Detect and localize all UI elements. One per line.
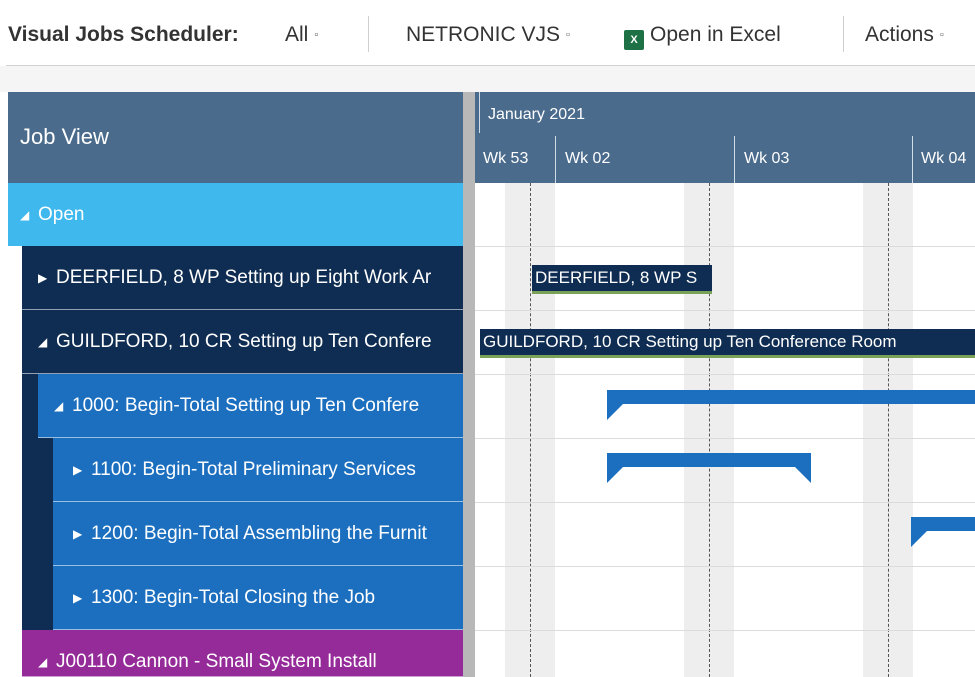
job-view-panel: Job View ◢ Open ▶ DEERFIELD, 8 WP Setting … bbox=[8, 92, 463, 677]
task-row-1200[interactable]: ▶ 1200: Begin-Total Assembling the Furnit bbox=[53, 502, 463, 566]
group-open[interactable]: ◢ Open bbox=[8, 183, 463, 246]
summary-bar-start bbox=[911, 531, 927, 547]
expanded-triangle-icon[interactable]: ◢ bbox=[38, 310, 56, 373]
task-row-1300[interactable]: ▶ 1300: Begin-Total Closing the Job bbox=[53, 566, 463, 630]
task-row-1100[interactable]: ▶ 1100: Begin-Total Preliminary Services bbox=[53, 438, 463, 502]
summary-bar-start bbox=[607, 404, 623, 420]
row-gridline bbox=[475, 630, 975, 631]
job-view-title: Job View bbox=[20, 124, 109, 149]
week-label: Wk 03 bbox=[744, 150, 790, 167]
row-gridline bbox=[475, 374, 975, 375]
day-marker-line bbox=[530, 183, 531, 677]
task-row-label: 1000: Begin-Total Setting up Ten Confere bbox=[72, 395, 420, 416]
job-bar-guildford[interactable]: GUILDFORD, 10 CR Setting up Ten Conferen… bbox=[480, 329, 975, 358]
job-row-label: DEERFIELD, 8 WP Setting up Eight Work Ar bbox=[56, 267, 432, 288]
collapsed-triangle-icon[interactable]: ▶ bbox=[73, 502, 91, 565]
panel-splitter[interactable] bbox=[463, 92, 475, 677]
toolbar-divider bbox=[843, 16, 844, 52]
timeline-divider bbox=[912, 136, 913, 183]
toolbar: Visual Jobs Scheduler: All ▫ NETRONIC VJS… bbox=[0, 0, 975, 66]
row-gridline bbox=[475, 566, 975, 567]
task-row-label: 1300: Begin-Total Closing the Job bbox=[91, 587, 376, 608]
task-row-label: 1100: Begin-Total Preliminary Services bbox=[91, 459, 416, 480]
filter-all-label: All bbox=[285, 23, 309, 46]
expanded-triangle-icon[interactable]: ◢ bbox=[20, 183, 38, 246]
row-gridline bbox=[475, 246, 975, 247]
expanded-triangle-icon[interactable]: ◢ bbox=[38, 630, 56, 676]
actions-label: Actions bbox=[865, 23, 934, 46]
job-row-guildford[interactable]: ◢ GUILDFORD, 10 CR Setting up Ten Confere bbox=[22, 310, 463, 374]
job-bar-deerfield[interactable]: DEERFIELD, 8 WP S bbox=[532, 265, 712, 294]
timeline-header: January 2021 Wk 53 Wk 02 Wk 03 Wk 04 bbox=[475, 92, 975, 183]
netronic-vjs-menu[interactable]: NETRONIC VJS ▫ bbox=[406, 22, 570, 48]
summary-bar-end bbox=[795, 467, 811, 483]
timeline-divider bbox=[479, 92, 480, 133]
job-row-cannon[interactable]: ◢ J00110 Cannon - Small System Install bbox=[22, 630, 463, 677]
timeline-divider bbox=[555, 136, 556, 183]
week-label: Wk 04 bbox=[921, 150, 967, 167]
summary-bar-1000[interactable] bbox=[607, 390, 975, 420]
chevron-down-icon: ▫ bbox=[566, 29, 570, 42]
row-gridline bbox=[475, 502, 975, 503]
open-in-excel-label: Open in Excel bbox=[650, 23, 781, 46]
timeline-divider bbox=[734, 136, 735, 183]
job-view-header: Job View bbox=[8, 92, 463, 183]
actions-menu[interactable]: Actions ▫ bbox=[865, 22, 944, 48]
spacer bbox=[0, 66, 975, 92]
expanded-triangle-icon[interactable]: ◢ bbox=[54, 374, 72, 437]
job-row-deerfield[interactable]: ▶ DEERFIELD, 8 WP Setting up Eight Work A… bbox=[22, 246, 463, 310]
toolbar-divider bbox=[368, 16, 369, 52]
open-in-excel-button[interactable]: X Open in Excel bbox=[624, 22, 781, 50]
job-row-label: J00110 Cannon - Small System Install bbox=[56, 651, 377, 672]
netronic-vjs-label: NETRONIC VJS bbox=[406, 23, 561, 46]
excel-icon: X bbox=[624, 30, 644, 50]
page-title: Visual Jobs Scheduler: bbox=[8, 23, 239, 46]
task-row-label: 1200: Begin-Total Assembling the Furnit bbox=[91, 523, 427, 544]
summary-bar-1200[interactable] bbox=[911, 517, 975, 547]
job-row-label: GUILDFORD, 10 CR Setting up Ten Confere bbox=[56, 331, 432, 352]
summary-bar-start bbox=[607, 467, 623, 483]
day-marker-line bbox=[709, 183, 710, 677]
timeline-month: January 2021 bbox=[488, 106, 585, 123]
row-gridline bbox=[475, 438, 975, 439]
collapsed-triangle-icon[interactable]: ▶ bbox=[38, 246, 56, 309]
timeline-body: DEERFIELD, 8 WP S GUILDFORD, 10 CR Setti… bbox=[475, 183, 975, 677]
row-gridline bbox=[475, 310, 975, 311]
collapsed-triangle-icon[interactable]: ▶ bbox=[73, 438, 91, 501]
day-marker-line bbox=[888, 183, 889, 677]
week-label: Wk 53 bbox=[483, 150, 529, 167]
gantt-chart: January 2021 Wk 53 Wk 02 Wk 03 Wk 04 DEE… bbox=[475, 92, 975, 677]
task-row-1000[interactable]: ◢ 1000: Begin-Total Setting up Ten Confer… bbox=[38, 374, 463, 438]
week-label: Wk 02 bbox=[565, 150, 611, 167]
collapsed-triangle-icon[interactable]: ▶ bbox=[73, 566, 91, 629]
group-open-label: Open bbox=[38, 204, 85, 225]
summary-bar-1100[interactable] bbox=[607, 453, 811, 483]
chevron-down-icon: ▫ bbox=[314, 29, 319, 42]
chevron-down-icon: ▫ bbox=[939, 29, 944, 42]
filter-all-button[interactable]: All ▫ bbox=[285, 22, 318, 48]
